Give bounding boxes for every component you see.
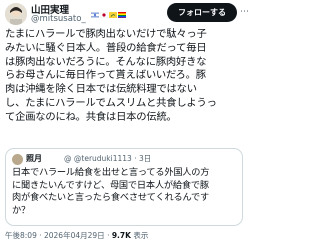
more-options-icon[interactable]: ⋯ xyxy=(240,7,249,17)
quoted-tweet[interactable]: 照月 @ @teruduki1113 · 3日 日本でハラール給食を出せと言って… xyxy=(5,148,243,226)
tweet-text: たまにハラールで豚肉出ないだけで駄々っ子 みたいに騒ぐ日本人。普段の給食だって毎… xyxy=(5,28,217,123)
follow-button[interactable]: フォローする xyxy=(167,3,237,22)
israel-flag-icon xyxy=(90,3,100,19)
japan-flag-icon xyxy=(99,3,109,19)
tweet-meta: 午後8:09 · 2026年04月29日 · 9.7K 表示 xyxy=(5,230,148,241)
quote-author-name: 照月 xyxy=(26,154,42,163)
tweet-timestamp[interactable]: 午後8:09 · 2026年04月29日 xyxy=(5,231,105,240)
rainbow-flag-icon xyxy=(118,3,126,18)
view-label: 表示 xyxy=(133,231,149,240)
author-avatar[interactable] xyxy=(5,3,27,25)
quote-author-handle: @ @teruduki1113 · 3日 xyxy=(64,154,152,163)
quote-author-avatar xyxy=(12,154,23,165)
flag-emojis xyxy=(90,3,126,19)
quote-text: 日本でハラール給食を出せと言ってる外国人の方 に聞きたいんですけど、母国で日本人… xyxy=(12,167,210,216)
gadsden-flag-icon xyxy=(109,3,117,18)
view-count: 9.7K xyxy=(111,231,131,240)
author-handle[interactable]: @mitsusato_ xyxy=(31,14,86,24)
